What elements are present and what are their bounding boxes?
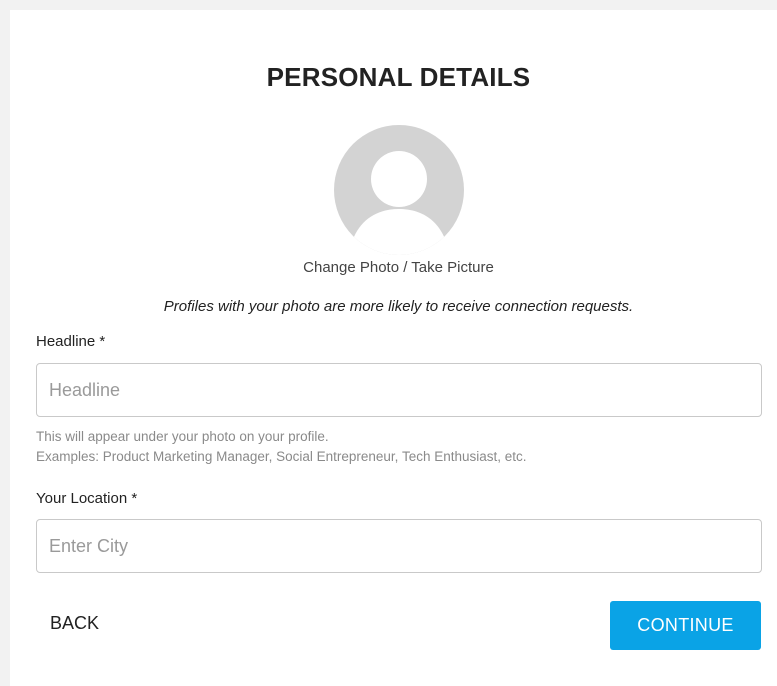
headline-hint-line: This will appear under your photo on you… xyxy=(36,429,329,444)
headline-label: Headline * xyxy=(36,333,106,350)
continue-button[interactable]: CONTINUE xyxy=(610,601,761,650)
user-silhouette-icon[interactable] xyxy=(334,125,464,255)
back-button[interactable]: BACK xyxy=(50,613,99,634)
personal-details-card: PERSONAL DETAILS Change Photo / Take Pic… xyxy=(10,10,777,686)
page-title: PERSONAL DETAILS xyxy=(266,62,531,92)
change-photo-link[interactable]: Change Photo / Take Picture xyxy=(0,259,777,276)
headline-input[interactable] xyxy=(36,363,762,417)
headline-hint: This will appear under your photo on you… xyxy=(36,427,527,467)
photo-note: Profiles with your photo are more likely… xyxy=(163,298,634,315)
headline-examples-line: Examples: Product Marketing Manager, Soc… xyxy=(36,449,527,464)
location-input[interactable] xyxy=(36,519,762,573)
location-label: Your Location * xyxy=(36,490,138,507)
